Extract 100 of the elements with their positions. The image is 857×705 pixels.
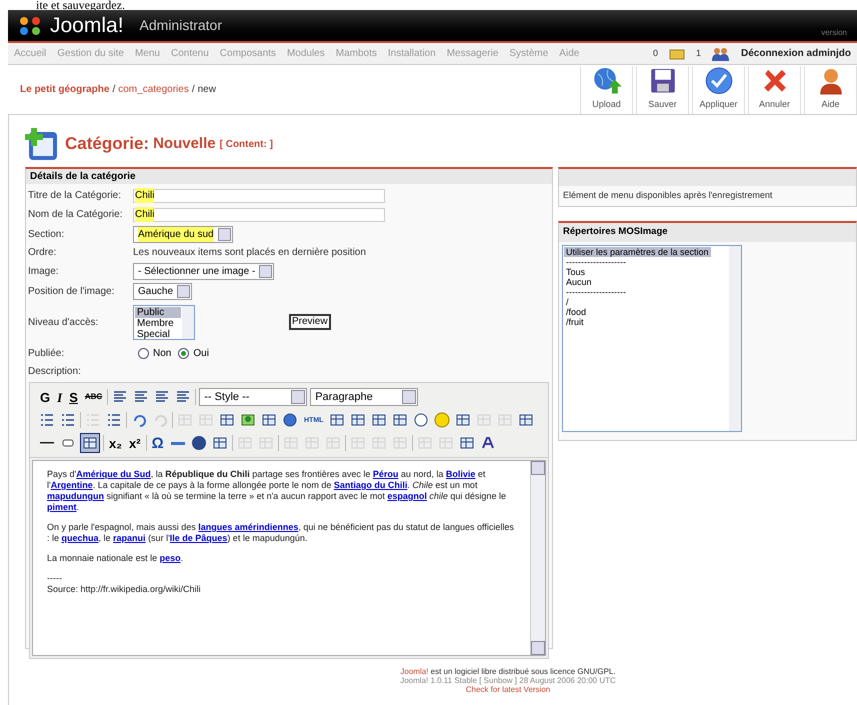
list-option[interactable]: / — [564, 296, 571, 306]
list-option[interactable]: /food — [564, 306, 588, 316]
site-name: Le petit géographe — [20, 83, 110, 97]
align-right-icon[interactable] — [154, 389, 170, 405]
page-context: [ Content: ] — [220, 138, 273, 152]
breadcrumb-current: new — [198, 83, 216, 97]
format-button[interactable]: G — [38, 390, 52, 404]
page-subtitle: Nouvelle — [153, 134, 216, 154]
menu-panel-text: Elément de menu disponibles après l'enregistrement — [562, 189, 774, 202]
select-field[interactable]: - Sélectionner une image - — [133, 262, 274, 280]
toolbar-button[interactable]: Appliquer — [692, 66, 745, 114]
select-field[interactable]: Amérique du sud — [133, 226, 233, 242]
align-justify-icon[interactable] — [175, 389, 192, 405]
user-count: 1 — [696, 46, 701, 60]
text-link[interactable]: Amérique du Sud — [76, 469, 151, 479]
breadcrumb-link[interactable]: com_categories — [118, 82, 189, 97]
toolbar-button[interactable]: Upload — [580, 66, 633, 114]
format-button[interactable]: ABC — [82, 393, 104, 401]
text-link[interactable]: quechua — [62, 533, 99, 543]
field-label: Position de l'image: — [28, 284, 116, 298]
list-option[interactable]: -------------------- — [564, 256, 628, 266]
format-button[interactable]: S — [67, 390, 80, 404]
breadcrumb-separator: / — [192, 83, 195, 97]
list-option[interactable]: Special — [135, 328, 181, 340]
access-listbox[interactable]: Public Membre Special — [133, 304, 195, 340]
format-button[interactable]: x² — [127, 436, 143, 450]
globe-upload-icon — [592, 66, 622, 96]
toolbar-button[interactable]: Sauver — [636, 66, 689, 114]
list-option[interactable]: -------------------- — [564, 286, 628, 296]
format-button[interactable]: x₂ — [107, 436, 124, 450]
text-link[interactable]: rapanui — [113, 533, 146, 543]
update-check-link[interactable]: Check for latest Version — [466, 685, 550, 694]
field-label: Description: — [28, 365, 82, 379]
field-value: Les nouveaux items sont placés en dernière position — [133, 246, 366, 260]
paragraph: La monnaie nationale est le peso. — [47, 553, 184, 564]
text-link[interactable]: Pérou — [372, 469, 398, 479]
version-label: version — [821, 27, 847, 39]
text-link[interactable]: langues amérindiennes — [198, 522, 298, 532]
field-label: Image: — [28, 264, 60, 278]
text-link[interactable]: Ile de Pâques — [170, 533, 228, 543]
list-option[interactable]: /fruit — [564, 316, 586, 326]
list-option[interactable]: Public — [135, 306, 181, 318]
scrollbar[interactable] — [182, 306, 194, 338]
format-button[interactable]: I — [55, 390, 64, 404]
paragraph: Pays d'Amérique du Sud, la République du Chili partage ses frontières avec le Pérou au nord, la Bolivie et l'Argentine. La capitale de ce pays à la forme allongée porte le nom de Santiago du Chili. Chile est un mot mapudungun signifiant « là où se termine la terre » et n'a aucun rapport avec le mot espagnol chile qui désigne le piment. — [47, 469, 507, 513]
numbered-list-icon[interactable] — [60, 412, 76, 428]
text-field[interactable]: Chili — [133, 208, 385, 222]
product-name: Administrator — [140, 16, 222, 35]
undo-icon[interactable] — [131, 412, 147, 428]
panel-title: Détails de la catégorie — [26, 169, 552, 184]
logo-icon — [18, 14, 42, 36]
logo-text: Joomla! — [50, 15, 124, 36]
field-label: Publiée: — [28, 346, 66, 360]
field-label: Titre de la Catégorie: — [28, 189, 122, 203]
text-field[interactable]: Chili — [133, 188, 385, 202]
list-option[interactable]: Utiliser les paramètres de la section — [564, 246, 711, 256]
breadcrumb-separator: / — [112, 83, 116, 97]
style-select[interactable]: Paragraphe — [310, 388, 418, 406]
field-label: Nom de la Catégorie: — [28, 208, 124, 222]
paragraph: ----- Source: http://fr.wikipedia.org/wiki/Chili — [47, 573, 202, 595]
text-link[interactable]: Argentine — [50, 480, 93, 490]
panel-title: Répertoires MOSImage — [559, 222, 856, 242]
list-option[interactable]: Tous — [564, 266, 588, 276]
field-label: Section: — [28, 228, 66, 242]
image-icon[interactable] — [240, 412, 256, 428]
format-button[interactable]: Ω — [150, 436, 166, 450]
radio-option[interactable]: Non — [138, 346, 172, 360]
text-style-icon[interactable] — [480, 435, 496, 451]
bullet-list-icon[interactable] — [39, 412, 55, 428]
license-text: Joomla! est un logiciel libre distribué sous licence GNU/GPL. — [400, 667, 616, 676]
checkmark-icon — [704, 66, 734, 96]
paragraph: On y parle l'espagnol, mais aussi des langues amérindiennes, qui ne bénéficient pas du statut de langues officielles : le quechua, le rapanui (sur l'Ile de Pâques) et le mapudungún. — [47, 522, 515, 544]
toolbar-button[interactable]: Aide — [804, 66, 857, 114]
field-label: Niveau d'accès: — [28, 316, 100, 330]
page-title: Catégorie: — [65, 133, 150, 156]
preview-button[interactable]: Preview — [289, 314, 331, 330]
version-text: Joomla! 1.0.11 Stable [ Sunbow ] 28 August 2006 20:00 UTC — [400, 676, 616, 685]
field-label: Ordre: — [28, 246, 58, 260]
text-link[interactable]: piment — [47, 502, 77, 512]
list-option[interactable]: Membre — [135, 318, 181, 328]
users-icon — [712, 46, 730, 60]
text-link[interactable]: Santiago du Chili — [334, 480, 408, 490]
envelope-icon — [668, 48, 685, 60]
document-text: ite et sauvegardez. — [36, 0, 125, 10]
scrollbar[interactable] — [530, 461, 545, 655]
logout-link[interactable]: Déconnexion adminjdo — [740, 46, 851, 61]
message-count: 0 — [652, 46, 658, 60]
list-option[interactable]: Aucun — [564, 276, 594, 286]
text-link[interactable]: peso — [160, 553, 181, 563]
align-center-icon[interactable] — [133, 389, 150, 405]
select-field[interactable]: Gauche — [133, 282, 192, 300]
directory-listbox[interactable]: Utiliser les paramètres de la section -------------------- Tous Aucun -------------------- / /food /fruit — [562, 244, 742, 432]
scrollbar[interactable] — [729, 246, 741, 430]
text-link[interactable]: mapudungun — [47, 491, 104, 501]
style-select[interactable]: -- Style -- — [199, 388, 308, 406]
align-left-icon[interactable] — [112, 389, 128, 405]
radio-option[interactable]: Oui — [178, 346, 209, 360]
text-link[interactable]: espagnol — [387, 491, 427, 501]
text-link[interactable]: Bolivie — [446, 469, 476, 479]
toolbar-button[interactable]: Annuler — [748, 66, 801, 114]
